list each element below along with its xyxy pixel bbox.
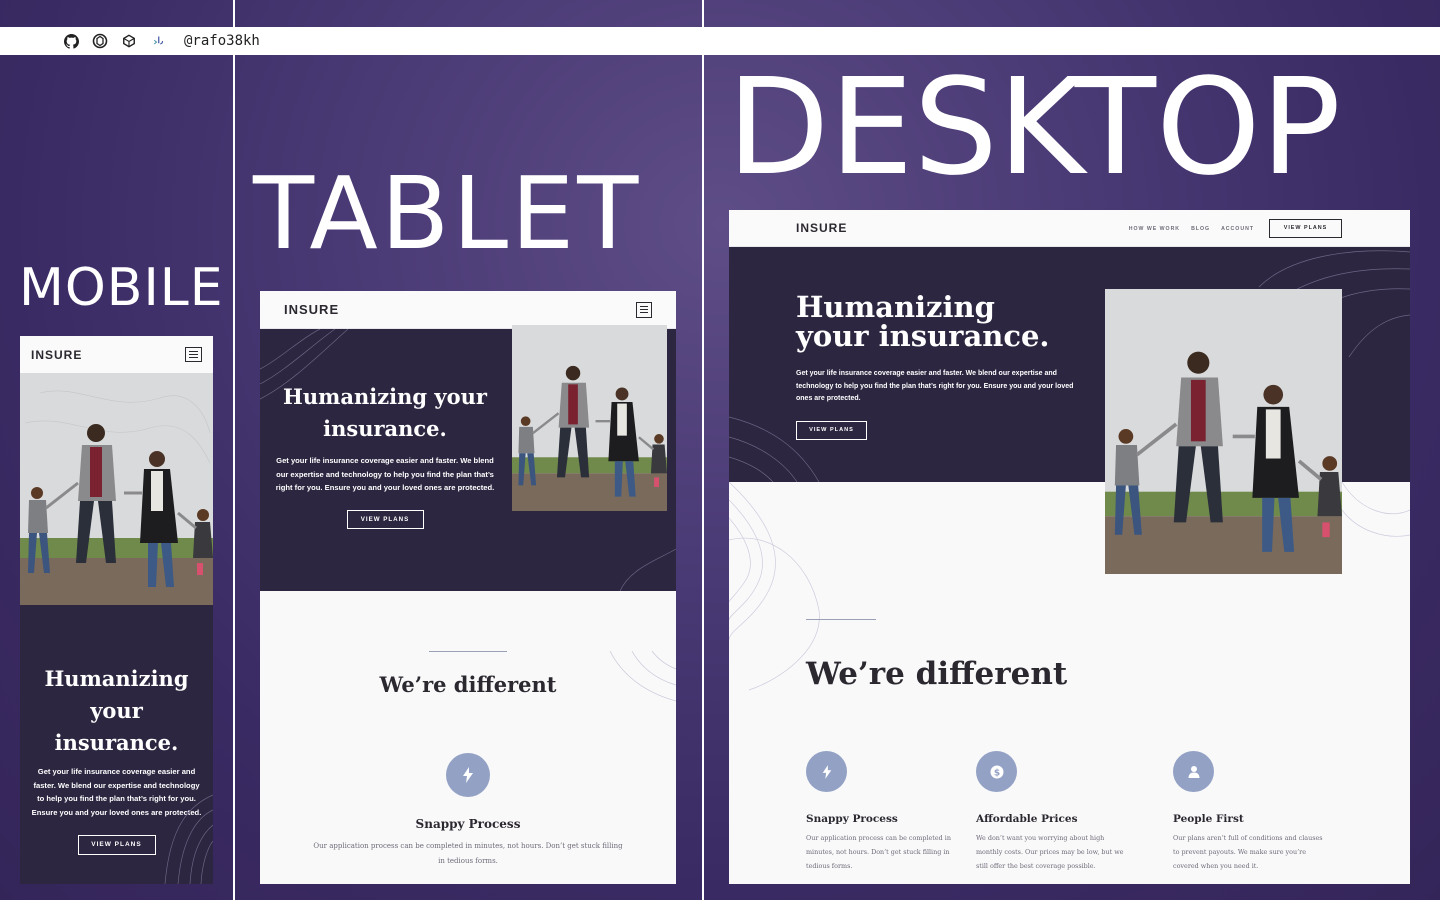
nav-menu: HOW WE WORK BLOG ACCOUNT VIEW PLANS: [1129, 219, 1342, 238]
nav-account[interactable]: ACCOUNT: [1221, 226, 1254, 232]
feature-people-first: People First Our plans aren’t full of co…: [1173, 751, 1323, 873]
mobile-navbar: INSURE: [20, 336, 213, 373]
view-plans-button[interactable]: VIEW PLANS: [796, 421, 867, 441]
mobile-hero: Humanizing your insurance. Get your life …: [20, 605, 213, 884]
desktop-label: DESKTOP: [727, 51, 1341, 205]
codesandbox-icon[interactable]: [120, 32, 138, 50]
hero-description: Get your life insurance coverage easier …: [275, 456, 495, 492]
view-plans-button[interactable]: VIEW PLANS: [77, 835, 156, 855]
hero-text: Humanizing your insurance. Get your life …: [274, 381, 496, 529]
feature-description: Our application process can be completed…: [313, 842, 623, 865]
family-photo: [20, 373, 213, 605]
feature-title: Affordable Prices: [976, 813, 1078, 825]
lightning-icon: [806, 751, 847, 792]
feature-title: Snappy Process: [806, 813, 898, 825]
hero-description: Get your life insurance coverage easier …: [31, 767, 202, 817]
feature-description: We don’t want you worrying about high mo…: [976, 834, 1124, 870]
feature-affordable-prices: $ Affordable Prices We don’t want you wo…: [976, 751, 1126, 873]
family-photo: [1105, 289, 1342, 574]
feature-description: Our plans aren’t full of conditions and …: [1173, 834, 1323, 870]
feature-description: Our application process can be completed…: [806, 834, 951, 870]
hero-title: Humanizing your insurance.: [283, 384, 487, 441]
column-divider-left: [233, 0, 235, 900]
desktop-preview: INSURE HOW WE WORK BLOG ACCOUNT VIEW PLA…: [729, 210, 1410, 884]
different-section: We’re different Snappy Process Our appli…: [260, 651, 676, 868]
frontend-mentor-icon[interactable]: [149, 32, 167, 50]
family-photo: [512, 325, 667, 511]
codepen-icon[interactable]: [91, 32, 109, 50]
feature-snappy-process: Snappy Process Our application process c…: [806, 751, 956, 873]
logo[interactable]: INSURE: [796, 221, 847, 235]
hero-description: Get your life insurance coverage easier …: [796, 370, 1074, 403]
nav-view-plans-button[interactable]: VIEW PLANS: [1269, 219, 1342, 238]
divider-line: [806, 619, 876, 620]
tablet-label: TABLET: [253, 155, 642, 272]
desktop-navbar: INSURE HOW WE WORK BLOG ACCOUNT VIEW PLA…: [729, 210, 1410, 247]
different-heading: We’re different: [379, 672, 557, 697]
tablet-navbar: INSURE: [260, 291, 676, 329]
divider-line: [429, 651, 507, 652]
hamburger-menu-icon[interactable]: [185, 347, 202, 362]
feature-title: People First: [1173, 813, 1244, 825]
svg-text:$: $: [993, 768, 999, 778]
different-heading: We’re different: [806, 656, 1068, 692]
logo[interactable]: INSURE: [284, 302, 339, 317]
author-handle[interactable]: @rafo38kh: [184, 33, 260, 49]
view-plans-button[interactable]: VIEW PLANS: [346, 509, 424, 529]
hamburger-menu-icon[interactable]: [636, 301, 652, 318]
column-divider-right: [702, 0, 704, 900]
mobile-label: MOBILE: [19, 258, 224, 318]
tablet-preview: INSURE Humanizing your insurance. Get you…: [260, 291, 676, 884]
github-icon[interactable]: [62, 32, 80, 50]
hero-text: Humanizing your insurance. Get your life …: [796, 290, 1076, 441]
logo[interactable]: INSURE: [31, 348, 82, 362]
hero-title: Humanizing your insurance.: [796, 290, 1050, 353]
nav-blog[interactable]: BLOG: [1191, 226, 1210, 232]
dollar-icon: $: [976, 751, 1017, 792]
mobile-preview: INSURE Humanizing your insurance. Get yo…: [20, 336, 213, 884]
feature-title: Snappy Process: [415, 817, 521, 831]
nav-how-we-work[interactable]: HOW WE WORK: [1129, 226, 1180, 232]
hero-title: Humanizing your insurance.: [44, 666, 189, 755]
lightning-icon: [446, 753, 490, 797]
person-icon: [1173, 751, 1214, 792]
